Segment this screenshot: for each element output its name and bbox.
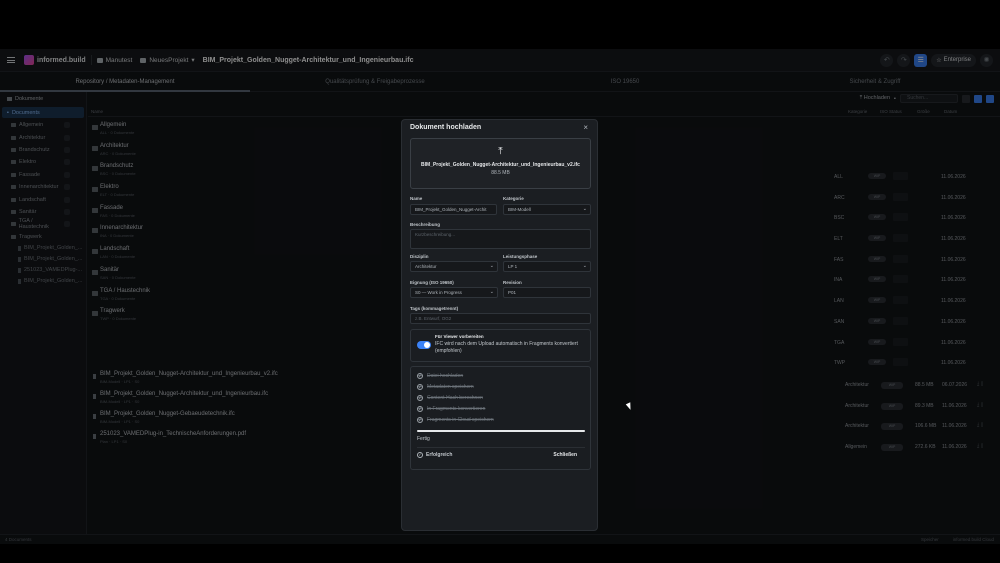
divider xyxy=(417,447,585,448)
step-item: ✓ In Fragments konvertieren xyxy=(417,404,485,414)
letterbox-bottom xyxy=(0,544,1000,563)
phase-label: Leistungsphase xyxy=(503,254,538,259)
check-circle-icon: ✓ xyxy=(417,395,423,401)
category-value: BIM-Modell xyxy=(508,207,531,212)
tags-label: Tags (kommagetrennt) xyxy=(410,306,459,311)
name-label: Name xyxy=(410,196,423,201)
check-circle-icon: ✓ xyxy=(417,384,423,390)
step-item: ✓ Metadaten speichern xyxy=(417,382,474,392)
file-dropzone[interactable]: ⤒ BIM_Projekt_Golden_Nugget-Architektur_… xyxy=(410,138,591,189)
step-label: Fragments in Cloud speichern xyxy=(427,417,494,423)
viewer-description: IFC wird nach dem Upload automatisch in … xyxy=(435,341,578,354)
viewer-toggle[interactable] xyxy=(417,341,431,349)
discipline-select[interactable]: Architektur ⌄ xyxy=(410,261,498,272)
upload-dialog: Dokument hochladen × ⤒ BIM_Projekt_Golde… xyxy=(401,119,598,531)
category-select[interactable]: BIM-Modell ⌄ xyxy=(503,204,591,215)
dialog-title: Dokument hochladen xyxy=(410,124,482,131)
chevron-down-icon: ⌄ xyxy=(582,206,587,212)
chevron-down-icon: ⌄ xyxy=(489,289,494,295)
tags-field[interactable]: z.B. Entwurf, OG2 xyxy=(410,313,591,324)
step-item: ✓ Fragments in Cloud speichern xyxy=(417,415,494,425)
viewer-title: Für Viewer vorbereiten xyxy=(435,334,484,339)
upload-progress-panel: ✓ Datei hochladen ✓ Metadaten speichern ✓ C… xyxy=(410,366,591,470)
letterbox-top xyxy=(0,0,1000,49)
app-window: informed.build Manutest NeuesProjekt ▾ BI… xyxy=(0,49,1000,544)
progress-fill xyxy=(417,430,585,432)
result-label: Erfolgreich xyxy=(426,452,453,458)
progress-bar xyxy=(417,430,585,432)
chevron-down-icon: ⌄ xyxy=(489,263,494,269)
step-item: ✓ Datei hochladen xyxy=(417,371,463,381)
suitability-select[interactable]: S0 — Work in Progress ⌄ xyxy=(410,287,498,298)
chevron-down-icon: ⌄ xyxy=(582,263,587,269)
step-label: In Fragments konvertieren xyxy=(427,406,486,412)
check-circle-icon: ✓ xyxy=(417,406,423,412)
step-label: Datei hochladen xyxy=(427,373,464,379)
suitability-value: S0 — Work in Progress xyxy=(415,290,462,295)
name-field[interactable]: BIM_Projekt_Golden_Nugget-Archit xyxy=(410,204,497,215)
discipline-value: Architektur xyxy=(415,264,437,269)
close-button[interactable]: Schließen xyxy=(553,452,577,458)
description-field[interactable]: Kurzbeschreibung... xyxy=(410,229,591,249)
category-label: Kategorie xyxy=(503,196,524,201)
close-icon[interactable]: × xyxy=(583,123,588,132)
phase-select[interactable]: LP 1 ⌄ xyxy=(503,261,591,272)
check-circle-icon: ✓ xyxy=(417,417,423,423)
description-label: Beschreibung xyxy=(410,222,441,227)
result-status: ✓ Erfolgreich xyxy=(417,452,452,458)
check-circle-icon: ✓ xyxy=(417,452,423,458)
viewer-prep-panel: Für Viewer vorbereiten IFC wird nach dem… xyxy=(410,329,591,362)
selected-file-name: BIM_Projekt_Golden_Nugget-Architektur_un… xyxy=(421,162,580,168)
check-circle-icon: ✓ xyxy=(417,373,423,379)
suitability-label: Eignung (ISO 19650) xyxy=(410,280,454,285)
progress-status: Fertig xyxy=(417,436,430,442)
upload-icon: ⤒ xyxy=(498,146,503,157)
discipline-label: Disziplin xyxy=(410,254,429,259)
selected-file-size: 88.5 MB xyxy=(491,170,510,176)
revision-field[interactable]: P01 xyxy=(503,287,591,298)
phase-value: LP 1 xyxy=(508,264,518,269)
revision-label: Revision xyxy=(503,280,522,285)
step-label: Content-Hash berechnen xyxy=(427,395,483,401)
step-label: Metadaten speichern xyxy=(427,384,474,390)
step-item: ✓ Content-Hash berechnen xyxy=(417,393,483,403)
